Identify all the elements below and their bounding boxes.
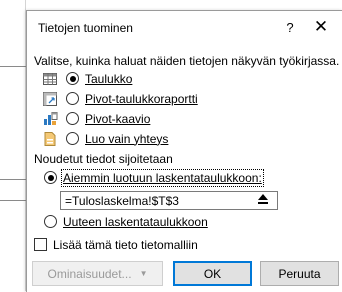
pivot-chart-icon bbox=[42, 111, 58, 127]
collapse-range-button[interactable] bbox=[249, 191, 278, 210]
option-connection-only[interactable]: Luo vain yhteys bbox=[42, 130, 168, 147]
data-model-checkbox[interactable] bbox=[34, 238, 47, 251]
pivot-table-icon bbox=[42, 91, 58, 107]
connection-only-radio[interactable] bbox=[66, 132, 79, 145]
table-icon bbox=[42, 71, 58, 87]
cancel-button[interactable]: Peruuta bbox=[260, 261, 339, 286]
option-pivot-table[interactable]: Pivot-taulukkoraportti bbox=[42, 90, 198, 107]
cancel-button-label: Peruuta bbox=[278, 266, 321, 281]
connection-icon bbox=[42, 131, 58, 147]
data-model-option[interactable]: Lisää tämä tieto tietomalliin bbox=[34, 236, 198, 253]
option-pivot-chart-label: Pivot-kaavio bbox=[85, 111, 151, 126]
data-model-label: Lisää tämä tieto tietomalliin bbox=[53, 237, 198, 252]
properties-button-label: Ominaisuudet... bbox=[47, 266, 132, 281]
dropdown-arrow-icon: ▼ bbox=[139, 269, 148, 278]
import-data-dialog: Tietojen tuominen ? ✕ Valitse, kuinka ha… bbox=[26, 10, 342, 292]
pivot-table-radio[interactable] bbox=[66, 92, 79, 105]
properties-button[interactable]: Ominaisuudet... ▼ bbox=[32, 261, 163, 286]
option-pivot-chart[interactable]: Pivot-kaavio bbox=[42, 110, 150, 127]
option-new-worksheet-label: Uuteen laskentataulukkoon bbox=[63, 214, 208, 229]
help-button[interactable]: ? bbox=[281, 20, 299, 35]
option-table[interactable]: Taulukko bbox=[42, 70, 132, 87]
table-radio[interactable] bbox=[66, 72, 79, 85]
dialog-titlebar: Tietojen tuominen ? ✕ bbox=[27, 11, 342, 45]
pivot-chart-radio[interactable] bbox=[66, 112, 79, 125]
close-button[interactable]: ✕ bbox=[310, 17, 332, 37]
ok-button-label: OK bbox=[203, 266, 222, 281]
range-input[interactable]: =Tuloslaskelma!$T$3 bbox=[60, 191, 272, 210]
instruction-text: Valitse, kuinka haluat näiden tietojen n… bbox=[34, 54, 340, 68]
collapse-arrow-icon bbox=[257, 193, 269, 208]
option-connection-only-label: Luo vain yhteys bbox=[85, 131, 169, 146]
new-worksheet-radio[interactable] bbox=[44, 215, 57, 228]
option-table-label: Taulukko bbox=[85, 71, 133, 86]
dialog-title: Tietojen tuominen bbox=[38, 21, 133, 35]
option-existing-worksheet[interactable]: Aiemmin luotuun laskentataulukkoon: bbox=[44, 168, 264, 187]
option-new-worksheet[interactable]: Uuteen laskentataulukkoon bbox=[44, 213, 208, 230]
option-pivot-table-label: Pivot-taulukkoraportti bbox=[85, 91, 198, 106]
range-input-value: =Tuloslaskelma!$T$3 bbox=[65, 194, 179, 208]
existing-worksheet-radio[interactable] bbox=[44, 171, 57, 184]
placement-heading: Noudetut tiedot sijoitetaan bbox=[34, 152, 173, 166]
option-existing-worksheet-label: Aiemmin luotuun laskentataulukkoon: bbox=[61, 168, 264, 187]
ok-button[interactable]: OK bbox=[173, 261, 252, 286]
